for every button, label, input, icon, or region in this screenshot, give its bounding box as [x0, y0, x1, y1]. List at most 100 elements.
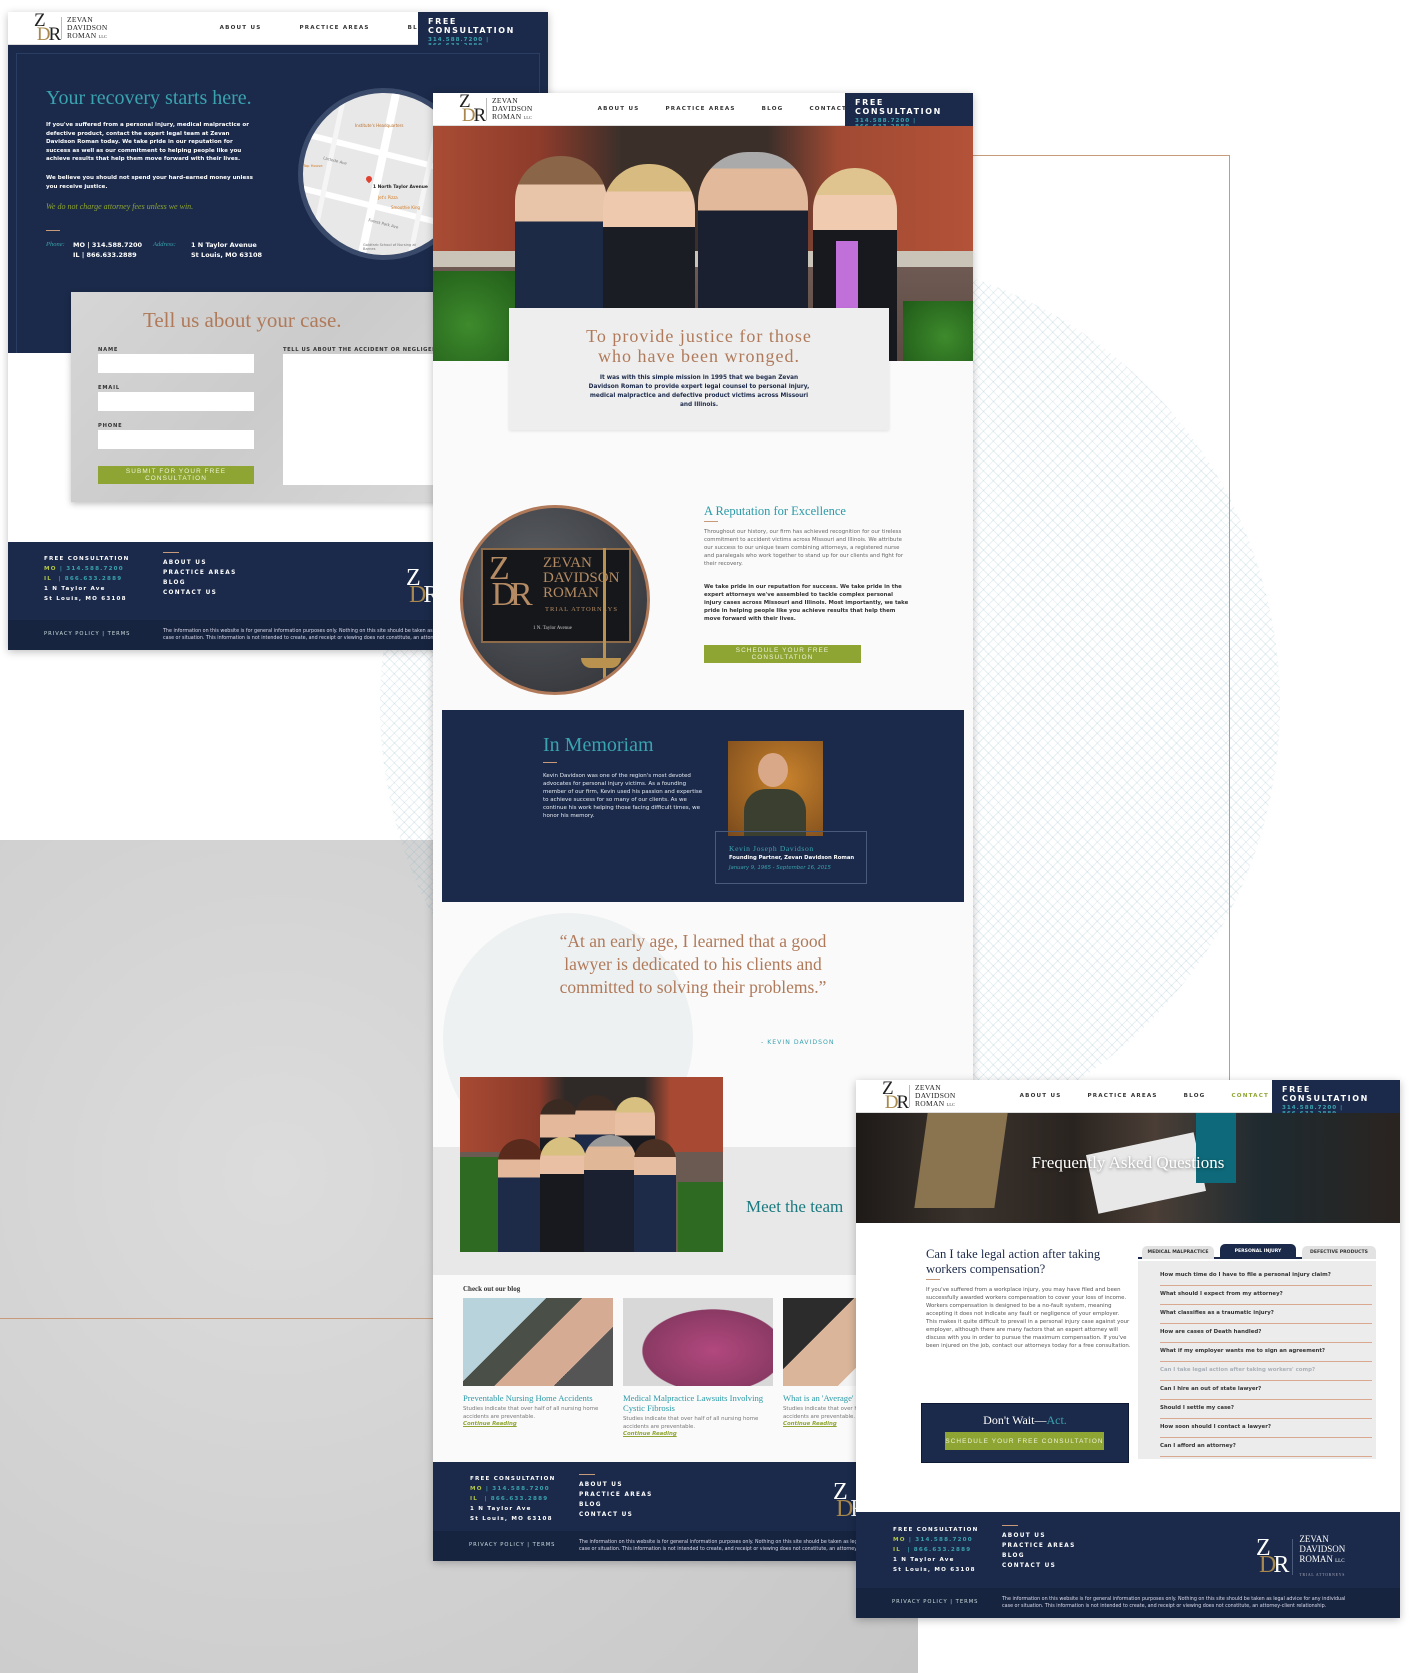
logo-llc: LLC — [523, 114, 533, 120]
faq-question-text: How soon should I contact a lawyer? — [1160, 1424, 1271, 1430]
footer-link-about[interactable]: About Us — [579, 1480, 653, 1490]
sign-name: Zevan Davidson Roman — [543, 555, 620, 601]
faq-question-item[interactable]: Can I afford an attorney? — [1160, 1438, 1372, 1457]
team-group-photo — [460, 1077, 723, 1252]
nav-practice-areas[interactable]: Practice Areas — [665, 106, 735, 112]
blog-post-2[interactable]: Medical Malpractice Lawsuits Involving C… — [623, 1298, 773, 1437]
faq-question-item[interactable]: How much time do I have to file a person… — [1160, 1267, 1372, 1286]
site-logo[interactable]: Z DR Zevan Davidson Roman LLC — [882, 1080, 956, 1112]
quote-author: - Kevin Davidson — [761, 1039, 835, 1046]
nav-practice-areas[interactable]: Practice Areas — [299, 25, 369, 31]
footer-link-practice[interactable]: Practice Areas — [579, 1490, 653, 1500]
faq-banner-heading: Frequently Asked Questions — [1031, 1153, 1225, 1172]
privacy-terms-link[interactable]: Privacy Policy | Terms — [44, 631, 130, 637]
blog-image-nursing[interactable] — [463, 1298, 613, 1386]
nav-practice-areas[interactable]: Practice Areas — [1087, 1093, 1157, 1099]
footer-disclaimer: The information on this website is for g… — [1002, 1597, 1346, 1609]
phone-mo[interactable]: MO | 314.588.7200 — [73, 241, 142, 249]
footer-link-practice[interactable]: Practice Areas — [1002, 1541, 1076, 1551]
logo-line-1: Zevan — [1299, 1534, 1329, 1544]
tab-personal-injury[interactable]: Personal Injury — [1220, 1244, 1296, 1259]
footer-link-contact[interactable]: Contact Us — [163, 588, 237, 598]
blog-post-1[interactable]: Preventable Nursing Home Accidents Studi… — [463, 1298, 613, 1427]
blog-title[interactable]: Medical Malpractice Lawsuits Involving C… — [623, 1393, 773, 1413]
faq-question-item[interactable]: How are cases of Death handled? — [1160, 1324, 1372, 1343]
phone-field[interactable] — [98, 430, 254, 449]
memoriam-caption-card: Kevin Joseph Davidson Founding Partner, … — [715, 831, 867, 884]
faq-question-item[interactable]: What classifies as a traumatic injury? — [1160, 1305, 1372, 1324]
footer-address-1: 1 N Taylor Ave — [44, 586, 106, 592]
footer-mo-phone[interactable]: | 314.588.7200 — [909, 1537, 973, 1543]
footer-il-label: IL — [470, 1496, 479, 1502]
blog-excerpt: Studies indicate that over half of all n… — [623, 1416, 759, 1430]
address-label: Address: — [153, 241, 176, 248]
nav-about-us[interactable]: About Us — [598, 106, 640, 112]
footer-mo-label: MO — [893, 1537, 906, 1543]
continue-reading-link[interactable]: Continue Reading — [463, 1421, 613, 1427]
nav-blog[interactable]: Blog — [762, 106, 784, 112]
footer-link-blog[interactable]: Blog — [579, 1500, 653, 1510]
cta-title: Free Consultation — [428, 17, 515, 35]
footer-il-label: IL — [44, 576, 53, 582]
privacy-terms-link[interactable]: Privacy Policy | Terms — [892, 1599, 978, 1605]
logo-llc: LLC — [1335, 1559, 1345, 1564]
free-consultation-cta[interactable]: Free Consultation 314.588.7200 | 866.633… — [418, 12, 548, 49]
reputation-heading: A Reputation for Excellence — [704, 504, 846, 518]
footer-link-contact[interactable]: Contact Us — [579, 1510, 653, 1520]
footer-link-blog[interactable]: Blog — [1002, 1551, 1076, 1561]
footer-link-contact[interactable]: Contact Us — [1002, 1561, 1076, 1571]
footer-link-blog[interactable]: Blog — [163, 578, 237, 588]
free-consultation-cta[interactable]: Free Consultation 314.588.7200 | 866.633… — [1272, 1080, 1400, 1117]
faq-question-item[interactable]: ◀Can I take legal action after taking wo… — [1160, 1362, 1372, 1381]
submit-consultation-button[interactable]: Submit for your free consultation — [98, 466, 254, 484]
footer-link-about[interactable]: About Us — [1002, 1531, 1076, 1541]
privacy-terms-link[interactable]: Privacy Policy | Terms — [469, 1542, 555, 1548]
meet-team-heading[interactable]: Meet the team — [746, 1197, 843, 1217]
logo-llc: LLC — [98, 33, 108, 39]
nav-blog[interactable]: Blog — [1184, 1093, 1206, 1099]
blog-title[interactable]: Preventable Nursing Home Accidents — [463, 1393, 613, 1403]
free-consultation-cta[interactable]: Free Consultation 314.588.7200 | 866.633… — [845, 93, 973, 130]
email-field[interactable] — [98, 392, 254, 411]
site-logo[interactable]: Z DR Zevan Davidson Roman LLC — [34, 12, 108, 44]
footer-mo-label: MO — [470, 1486, 483, 1492]
nav-about-us[interactable]: About Us — [220, 25, 262, 31]
zdr-monogram-icon: Z DR — [34, 12, 61, 45]
tab-defective-products[interactable]: Defective Products — [1302, 1246, 1376, 1259]
map-marker-label: 1 North Taylor Avenue — [373, 185, 428, 190]
footer-il-phone[interactable]: | 866.633.2889 — [907, 1547, 971, 1553]
divider — [46, 230, 60, 231]
footer-address-1: 1 N Taylor Ave — [893, 1557, 955, 1563]
schedule-consultation-button[interactable]: Schedule your free consultation — [945, 1432, 1104, 1450]
footer-il-phone[interactable]: | 866.633.2889 — [484, 1496, 548, 1502]
name-field[interactable] — [98, 354, 254, 373]
footer-address-2: St Louis, MO 63108 — [470, 1516, 553, 1522]
blog-image-pregnancy[interactable] — [623, 1298, 773, 1386]
phone-il[interactable]: IL | 866.633.2889 — [73, 251, 137, 259]
schedule-consultation-button[interactable]: Schedule your free consultation — [704, 645, 861, 663]
address-line-2: St Louis, MO 63108 — [191, 251, 262, 259]
footer-mo-phone[interactable]: | 314.588.7200 — [486, 1486, 550, 1492]
faq-question-item[interactable]: What if my employer wants me to sign an … — [1160, 1343, 1372, 1362]
blog-heading: Check out our blog — [463, 1285, 521, 1293]
blog-excerpt: Studies indicate that over half of all n… — [463, 1406, 599, 1420]
nav-about-us[interactable]: About Us — [1020, 1093, 1062, 1099]
footer-mo-phone[interactable]: | 314.588.7200 — [60, 566, 124, 572]
site-footer: Free Consultation MO | 314.588.7200 IL |… — [856, 1512, 1400, 1618]
footer-link-about[interactable]: About Us — [163, 558, 237, 568]
continue-reading-link[interactable]: Continue Reading — [623, 1431, 773, 1437]
no-fee-tagline: We do not charge attorney fees unless we… — [46, 202, 194, 211]
footer-title: Free Consultation — [44, 556, 130, 562]
footer-zdr-logo-icon: Z DR — [406, 565, 439, 608]
faq-question-item[interactable]: What should I expect from my attorney? — [1160, 1286, 1372, 1305]
footer-il-phone[interactable]: | 866.633.2889 — [58, 576, 122, 582]
name-label: Name — [98, 347, 119, 353]
faq-question-item[interactable]: Should I settle my case? — [1160, 1400, 1372, 1419]
faq-question-item[interactable]: Can I hire an out of state lawyer? — [1160, 1381, 1372, 1400]
footer-link-practice[interactable]: Practice Areas — [163, 568, 237, 578]
site-logo[interactable]: Z DR Zevan Davidson Roman LLC — [459, 93, 533, 125]
cta-title: Free Consultation — [855, 98, 942, 116]
tab-medical-malpractice[interactable]: Medical Malpractice — [1142, 1246, 1214, 1259]
faq-question-item[interactable]: How soon should I contact a lawyer? — [1160, 1419, 1372, 1438]
contact-heading: Your recovery starts here. — [46, 87, 252, 109]
